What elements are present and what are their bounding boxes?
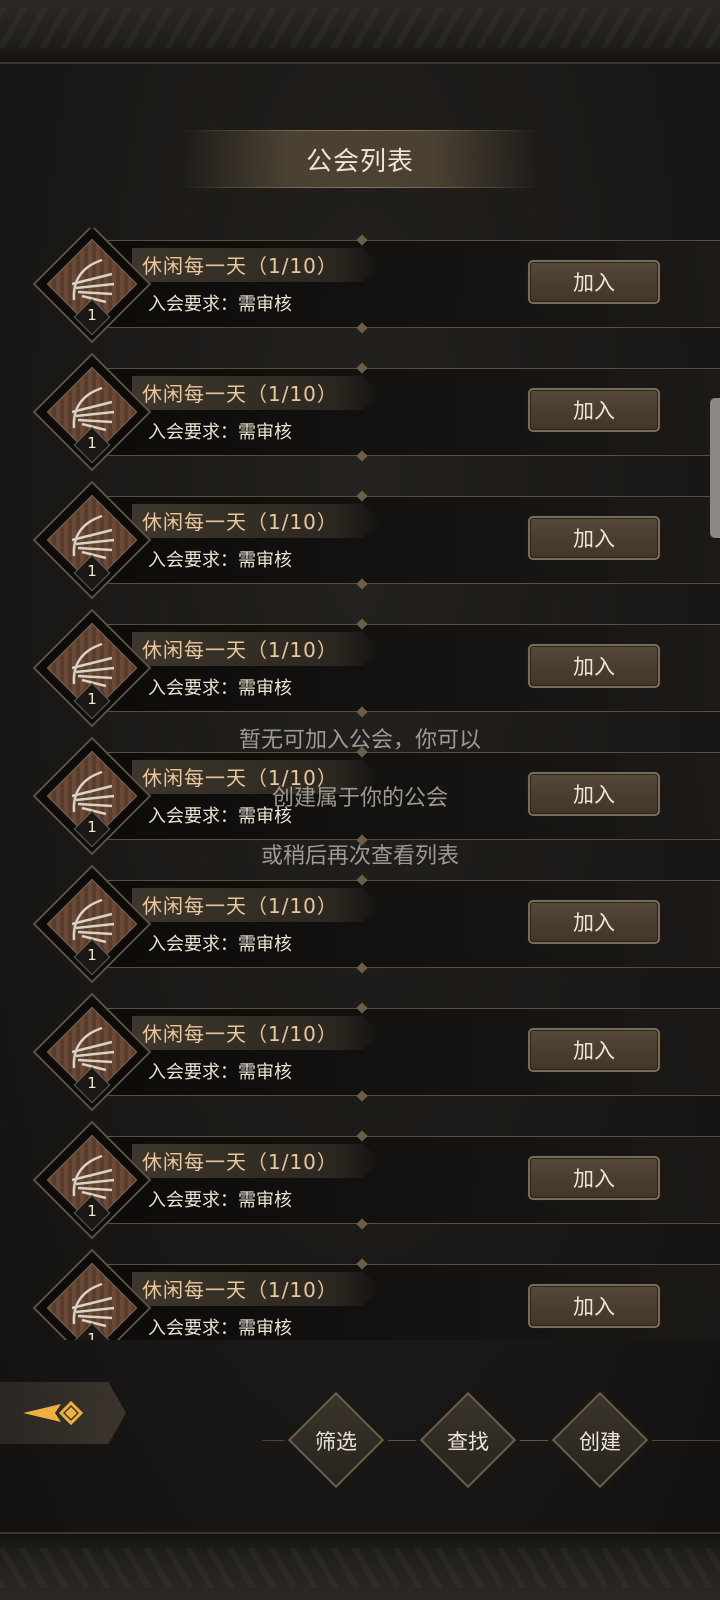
guild-requirement: 入会要求：需审核	[148, 806, 292, 827]
guild-row[interactable]: 1 休闲每一天（1/10） 入会要求：需审核 加入	[0, 992, 720, 1124]
guild-name: 休闲每一天（1/10）	[142, 382, 338, 406]
row-notch-icon	[356, 874, 368, 886]
back-button[interactable]	[0, 1382, 126, 1444]
guild-name: 休闲每一天（1/10）	[142, 1022, 338, 1046]
join-button[interactable]: 加入	[528, 1284, 660, 1328]
join-button[interactable]: 加入	[528, 900, 660, 944]
join-button[interactable]: 加入	[528, 516, 660, 560]
bottom-frame	[0, 1532, 720, 1600]
row-notch-icon	[356, 1002, 368, 1014]
create-guild-button[interactable]: 创建	[551, 1391, 649, 1489]
guild-requirement: 入会要求：需审核	[148, 1318, 292, 1339]
filter-button-label: 筛选	[315, 1430, 357, 1454]
crossbow-emblem-icon: 1	[32, 1120, 152, 1240]
guild-level: 1	[87, 306, 97, 324]
guild-level: 1	[87, 1074, 97, 1092]
row-notch-icon	[356, 1090, 368, 1102]
guild-list[interactable]: 1 休闲每一天（1/10） 入会要求：需审核 加入 1 休闲每一天（1/10） …	[0, 228, 720, 1340]
join-button[interactable]: 加入	[528, 388, 660, 432]
join-button[interactable]: 加入	[528, 1156, 660, 1200]
search-button[interactable]: 查找	[419, 1391, 517, 1489]
crossbow-emblem-icon: 1	[32, 1248, 152, 1340]
search-button-label: 查找	[447, 1430, 489, 1454]
crossbow-emblem-icon: 1	[32, 352, 152, 472]
row-notch-icon	[356, 1218, 368, 1230]
guild-row[interactable]: 1 休闲每一天（1/10） 入会要求：需审核 加入	[0, 608, 720, 740]
guild-level: 1	[87, 818, 97, 836]
guild-row[interactable]: 1 休闲每一天（1/10） 入会要求：需审核 加入	[0, 1248, 720, 1340]
row-notch-icon	[356, 1130, 368, 1142]
row-notch-icon	[356, 1258, 368, 1270]
crossbow-emblem-icon: 1	[32, 608, 152, 728]
row-notch-icon	[356, 450, 368, 462]
guild-requirement: 入会要求：需审核	[148, 678, 292, 699]
guild-row[interactable]: 1 休闲每一天（1/10） 入会要求：需审核 加入	[0, 352, 720, 484]
guild-level: 1	[87, 690, 97, 708]
guild-name: 休闲每一天（1/10）	[142, 1150, 338, 1174]
guild-requirement: 入会要求：需审核	[148, 550, 292, 571]
crossbow-emblem-icon: 1	[32, 736, 152, 856]
guild-requirement: 入会要求：需审核	[148, 934, 292, 955]
join-button[interactable]: 加入	[528, 260, 660, 304]
guild-level: 1	[87, 946, 97, 964]
guild-row[interactable]: 1 休闲每一天（1/10） 入会要求：需审核 加入	[0, 228, 720, 356]
crossbow-emblem-icon: 1	[32, 992, 152, 1112]
row-notch-icon	[356, 706, 368, 718]
scrollbar[interactable]	[710, 398, 720, 538]
join-button[interactable]: 加入	[528, 644, 660, 688]
row-notch-icon	[356, 834, 368, 846]
guild-requirement: 入会要求：需审核	[148, 422, 292, 443]
guild-name: 休闲每一天（1/10）	[142, 1278, 338, 1302]
title-bar: 公会列表	[180, 130, 540, 188]
guild-name: 休闲每一天（1/10）	[142, 766, 338, 790]
join-button[interactable]: 加入	[528, 1028, 660, 1072]
guild-row[interactable]: 1 休闲每一天（1/10） 入会要求：需审核 加入	[0, 864, 720, 996]
row-notch-icon	[356, 746, 368, 758]
row-notch-icon	[356, 618, 368, 630]
guild-name: 休闲每一天（1/10）	[142, 510, 338, 534]
create-button-label: 创建	[579, 1430, 621, 1454]
guild-requirement: 入会要求：需审核	[148, 1190, 292, 1211]
crossbow-emblem-icon: 1	[32, 480, 152, 600]
row-notch-icon	[356, 962, 368, 974]
filter-button[interactable]: 筛选	[287, 1391, 385, 1489]
guild-row[interactable]: 1 休闲每一天（1/10） 入会要求：需审核 加入	[0, 480, 720, 612]
guild-row[interactable]: 1 休闲每一天（1/10） 入会要求：需审核 加入	[0, 1120, 720, 1252]
guild-name: 休闲每一天（1/10）	[142, 638, 338, 662]
join-button[interactable]: 加入	[528, 772, 660, 816]
crossbow-emblem-icon: 1	[32, 864, 152, 984]
guild-row[interactable]: 1 休闲每一天（1/10） 入会要求：需审核 加入	[0, 736, 720, 868]
top-frame	[0, 0, 720, 64]
crossbow-emblem-icon: 1	[32, 228, 152, 344]
guild-requirement: 入会要求：需审核	[148, 294, 292, 315]
guild-level: 1	[87, 434, 97, 452]
back-arrow-icon	[23, 1400, 84, 1426]
guild-level: 1	[87, 1330, 97, 1340]
guild-name: 休闲每一天（1/10）	[142, 894, 338, 918]
guild-name: 休闲每一天（1/10）	[142, 254, 338, 278]
guild-requirement: 入会要求：需审核	[148, 1062, 292, 1083]
row-notch-icon	[356, 362, 368, 374]
row-notch-icon	[356, 578, 368, 590]
guild-level: 1	[87, 1202, 97, 1220]
page-title: 公会列表	[305, 146, 414, 177]
row-notch-icon	[356, 234, 368, 246]
row-notch-icon	[356, 322, 368, 334]
row-notch-icon	[356, 490, 368, 502]
guild-level: 1	[87, 562, 97, 580]
